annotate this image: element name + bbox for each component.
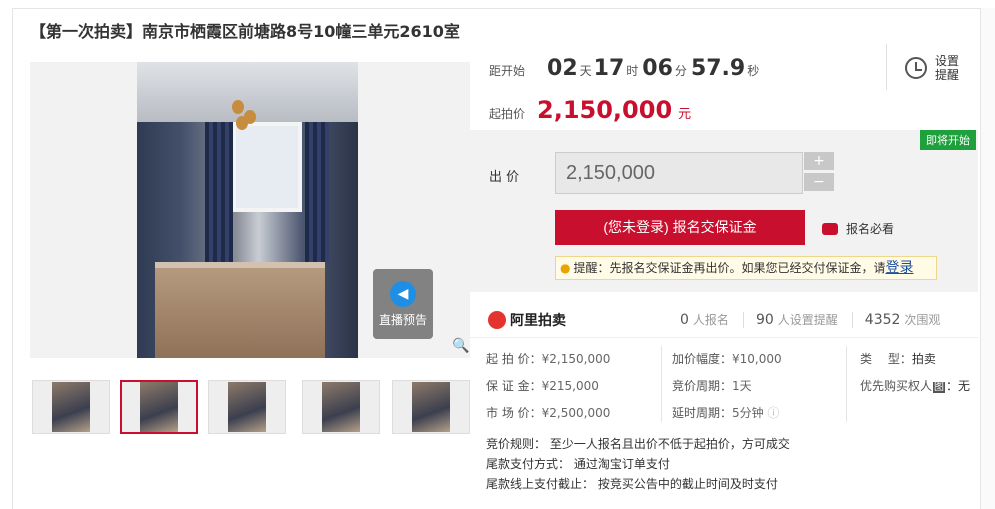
countdown-minutes: 06 [642, 56, 673, 81]
bidding-rule: 竞价规则： 至少一人报名且出价不低于起拍价，方可成交 [486, 437, 790, 451]
logo-text: 阿里拍卖 [510, 312, 566, 329]
payment-rules: 竞价规则： 至少一人报名且出价不低于起拍价，方可成交 尾款支付方式： 通过淘宝订… [486, 434, 790, 494]
status-badge: 即将开始 [920, 130, 976, 150]
countdown-minutes-unit: 分 [674, 64, 687, 78]
detail-cycle: 竞价周期：1天 [672, 379, 752, 393]
must-read-label: 报名必看 [846, 222, 895, 236]
thumbnail-3[interactable] [208, 380, 286, 434]
help-icon[interactable]: ⓘ [767, 406, 779, 420]
start-price-value: 2,150,000 [537, 96, 673, 124]
countdown-label: 距开始 [489, 64, 526, 78]
detail-priority-buyer: 优先购买权人图：无 [860, 379, 971, 393]
info-icon[interactable]: 图 [933, 382, 946, 393]
speaker-icon: ◀ [390, 281, 416, 307]
tip-text: 提醒：先报名交保证金再出价。如果您已经交付保证金，请 [573, 261, 886, 275]
thumbnail-4[interactable] [302, 380, 380, 434]
thumbnail-1[interactable] [32, 380, 110, 434]
view-count: 4352 次围观 [864, 312, 941, 328]
thumbnail-5[interactable] [392, 380, 470, 434]
lightbulb-icon: ● [560, 261, 571, 275]
decrease-bid-button[interactable]: − [804, 173, 834, 191]
deposit-tip: ● 提醒：先报名交保证金再出价。如果您已经交付保证金，请登录 [555, 256, 937, 280]
countdown-hours-unit: 时 [626, 64, 639, 78]
coins-icon [822, 222, 838, 235]
countdown: 距开始 02 天 17 时 06 分 57.9 秒 [489, 56, 759, 81]
start-price: 起拍价 2,150,000 元 [489, 96, 691, 124]
detail-increment: 加价幅度：¥10,000 [672, 352, 782, 366]
detail-market-price: 市 场 价：¥2,500,000 [486, 406, 611, 420]
detail-delay: 延时周期：5分钟 ⓘ [672, 406, 780, 420]
bid-amount-input[interactable]: 2,150,000 [555, 152, 803, 194]
detail-type: 类 型：拍卖 [860, 352, 936, 366]
bid-label: 出 价 [489, 170, 520, 185]
increase-bid-button[interactable]: + [804, 152, 834, 170]
main-image-viewer[interactable]: ◀ 直播预告 🔍 [30, 62, 470, 358]
set-reminder-label: 设置提醒 [935, 54, 960, 82]
signup-count: 0 人报名 [680, 312, 729, 328]
countdown-days-unit: 天 [579, 64, 592, 78]
thumbnail-strip [30, 378, 470, 436]
page-title: 【第一次拍卖】南京市栖霞区前塘路8号10幢三单元2610室 [30, 22, 460, 41]
live-preview-button[interactable]: ◀ 直播预告 [373, 269, 433, 339]
thumbnail-2[interactable] [120, 380, 198, 434]
countdown-hours: 17 [593, 56, 625, 81]
divider [886, 44, 887, 90]
detail-deposit: 保 证 金：¥215,000 [486, 379, 599, 393]
payment-deadline: 尾款线上支付截止： 按竞买公告中的截止时间及时支付 [486, 477, 778, 491]
start-price-label: 起拍价 [489, 107, 526, 121]
bid-panel: 即将开始 出 价 2,150,000 + − (您未登录) 报名交保证金 报名必… [470, 130, 978, 292]
countdown-seconds-unit: 秒 [747, 64, 760, 78]
detail-start-price: 起 拍 价：¥2,150,000 [486, 352, 611, 366]
must-read-link[interactable]: 报名必看 [822, 220, 894, 237]
detail-divider [846, 346, 847, 422]
reminder-count: 90 人设置提醒 [755, 312, 838, 328]
countdown-days: 02 [547, 56, 578, 81]
live-preview-label: 直播预告 [378, 313, 427, 327]
alarm-clock-icon [905, 57, 927, 79]
countdown-seconds: 57.9 [690, 56, 746, 81]
ali-auction-icon [488, 310, 506, 329]
zoom-icon[interactable]: 🔍 [452, 338, 469, 354]
detail-divider [661, 346, 662, 422]
login-link[interactable]: 登录 [886, 260, 914, 276]
property-photo[interactable] [137, 62, 358, 358]
payment-method: 尾款支付方式： 通过淘宝订单支付 [486, 457, 670, 471]
start-price-unit: 元 [678, 107, 692, 122]
ali-auction-logo: 阿里拍卖 [488, 310, 668, 330]
side-panel-edge [980, 8, 995, 509]
stats-bar: 阿里拍卖 0 人报名 90 人设置提醒 4352 次围观 [470, 302, 978, 338]
signup-deposit-button[interactable]: (您未登录) 报名交保证金 [555, 210, 805, 245]
set-reminder-button[interactable]: 设置提醒 [905, 54, 961, 82]
